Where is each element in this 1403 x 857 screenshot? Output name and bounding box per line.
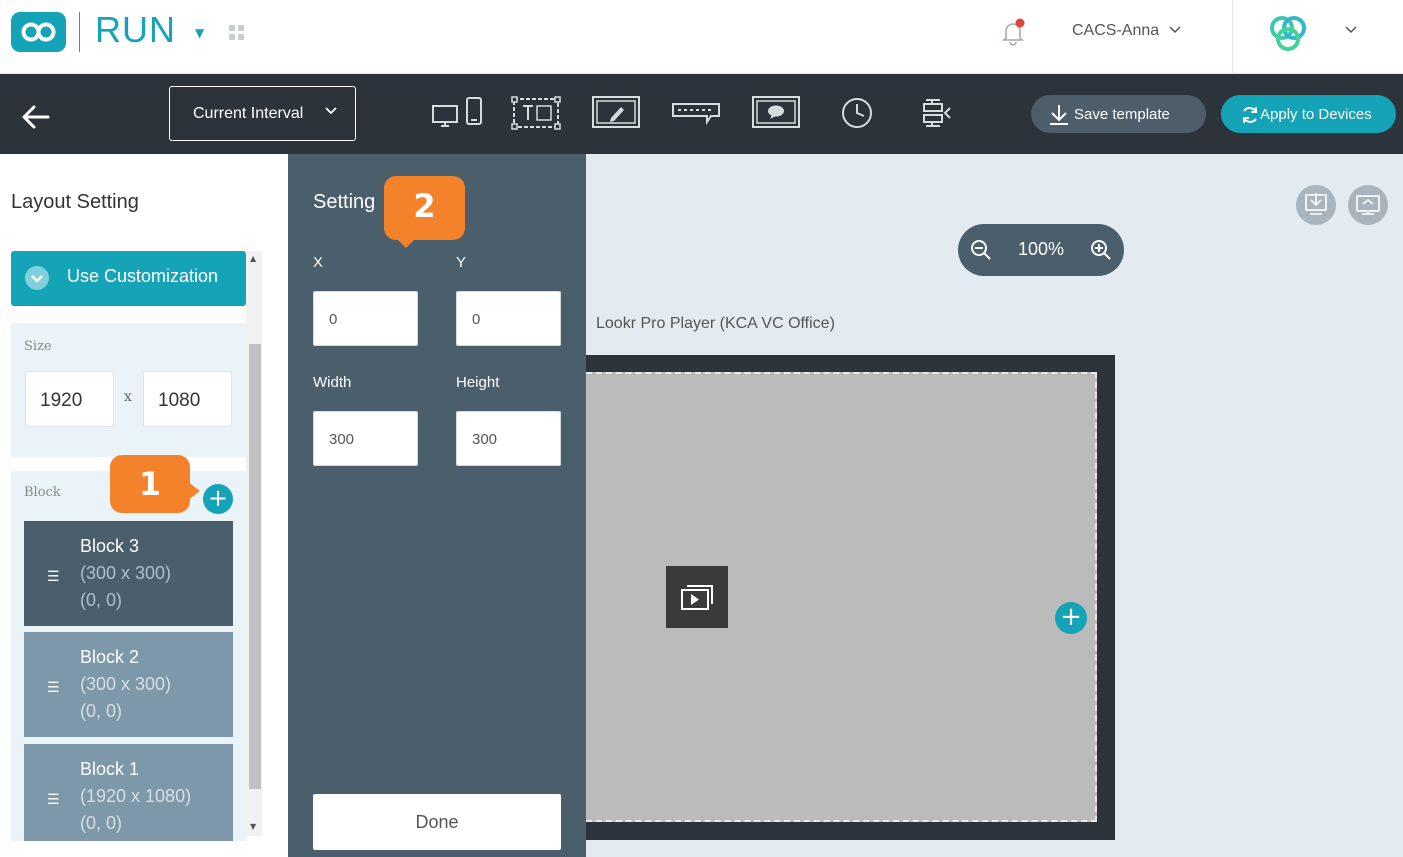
block-position: (0, 0) bbox=[80, 813, 123, 833]
editor-toolbar: Current Interval Save template Apply to … bbox=[0, 74, 1403, 154]
apps-grid-icon[interactable] bbox=[229, 25, 245, 41]
text-block-icon[interactable] bbox=[511, 94, 563, 134]
device-orientation-icon[interactable] bbox=[431, 94, 485, 134]
use-customization-label: Use Customization bbox=[67, 266, 219, 286]
block-stage[interactable]: + bbox=[586, 372, 1097, 822]
step-callout-one: 1 bbox=[110, 455, 190, 513]
back-arrow-icon[interactable] bbox=[20, 102, 52, 132]
block-size: (300 x 300) bbox=[80, 674, 172, 694]
ticker-icon[interactable] bbox=[671, 94, 723, 134]
block-size: (300 x 300) bbox=[80, 563, 172, 583]
save-template-button[interactable]: Save template bbox=[1031, 95, 1206, 133]
header-divider bbox=[1232, 0, 1233, 74]
callout-pointer bbox=[396, 238, 416, 248]
y-label: Y bbox=[456, 254, 467, 271]
height-input[interactable]: 300 bbox=[456, 411, 561, 466]
brand-logo-icon[interactable] bbox=[1264, 12, 1316, 60]
step-callout-two: 2 bbox=[384, 176, 465, 240]
width-label: Width bbox=[313, 374, 352, 391]
top-bar: RUN ▼ CACS-Anna bbox=[0, 0, 1403, 74]
size-section: Size 1920 x 1080 bbox=[11, 323, 246, 457]
y-input[interactable]: 0 bbox=[456, 291, 561, 346]
size-label: Size bbox=[24, 339, 52, 354]
zoom-in-icon[interactable] bbox=[1090, 239, 1112, 261]
drag-handle-icon[interactable]: ☰ bbox=[47, 791, 60, 808]
block-name: Block 3 bbox=[80, 536, 140, 556]
layout-setting-panel: Layout Setting Use Customization Size 19… bbox=[0, 154, 288, 857]
x-label: X bbox=[313, 254, 324, 271]
size-height-input[interactable]: 1080 bbox=[143, 371, 232, 427]
callout-pointer bbox=[188, 482, 200, 500]
zoom-control: 100% bbox=[958, 224, 1124, 276]
apply-to-devices-button[interactable]: Apply to Devices bbox=[1221, 95, 1396, 133]
message-icon[interactable] bbox=[751, 94, 803, 134]
apply-to-devices-label: Apply to Devices bbox=[1260, 106, 1372, 123]
brand-menu-chevron-icon[interactable] bbox=[1344, 22, 1358, 41]
height-label: Height bbox=[456, 374, 500, 391]
preview-screen-icon[interactable] bbox=[1348, 185, 1388, 225]
download-icon bbox=[1050, 105, 1068, 125]
clock-icon[interactable] bbox=[838, 94, 878, 134]
block-name: Block 1 bbox=[80, 759, 140, 779]
block-position: (0, 0) bbox=[80, 701, 123, 721]
user-name[interactable]: CACS-Anna bbox=[1072, 22, 1159, 40]
drag-handle-icon[interactable]: ☰ bbox=[47, 679, 60, 696]
app-name[interactable]: RUN bbox=[95, 9, 176, 51]
interval-chevron-icon bbox=[325, 104, 337, 122]
block-list-item[interactable]: ☰ Block 2 (300 x 300) (0, 0) bbox=[24, 632, 233, 737]
x-input[interactable]: 0 bbox=[313, 291, 418, 346]
scroll-up-arrow-icon[interactable]: ▲ bbox=[250, 254, 256, 263]
logo-separator bbox=[79, 12, 80, 52]
save-template-label: Save template bbox=[1074, 106, 1170, 123]
block-name: Block 2 bbox=[80, 647, 140, 667]
block-position: (0, 0) bbox=[80, 590, 123, 610]
done-button[interactable]: Done bbox=[313, 794, 561, 850]
align-icon[interactable] bbox=[918, 94, 958, 134]
size-width-input[interactable]: 1920 bbox=[25, 371, 114, 427]
zoom-level: 100% bbox=[1018, 239, 1065, 259]
width-input[interactable]: 300 bbox=[313, 411, 418, 466]
layout-canvas: 100% Lookr Pro Player (KCA VC Office) + bbox=[586, 154, 1403, 857]
edit-block-icon[interactable] bbox=[591, 94, 643, 134]
block-list-item[interactable]: ☰ Block 1 (1920 x 1080) (0, 0) bbox=[24, 744, 233, 841]
interval-select-label: Current Interval bbox=[193, 105, 304, 122]
media-playlist-icon[interactable] bbox=[666, 566, 728, 628]
notification-bell-icon[interactable] bbox=[999, 18, 1027, 46]
scroll-down-arrow-icon[interactable]: ▼ bbox=[250, 822, 256, 831]
block-list-item[interactable]: ☰ Block 3 (300 x 300) (0, 0) bbox=[24, 521, 233, 626]
add-block-button[interactable]: + bbox=[203, 484, 233, 514]
zoom-out-icon[interactable] bbox=[970, 239, 992, 261]
checkmark-icon bbox=[25, 266, 49, 290]
app-logo-icon[interactable] bbox=[11, 12, 66, 52]
scrollbar-thumb[interactable] bbox=[249, 344, 261, 789]
block-section: Block + ☰ Block 3 (300 x 300) (0, 0) ☰ B… bbox=[11, 471, 246, 841]
device-name: Lookr Pro Player (KCA VC Office) bbox=[596, 315, 835, 332]
add-content-button[interactable]: + bbox=[1055, 602, 1087, 634]
block-size: (1920 x 1080) bbox=[80, 786, 192, 806]
layout-setting-title: Layout Setting bbox=[11, 191, 139, 213]
setting-title: Setting bbox=[313, 191, 376, 213]
block-label: Block bbox=[24, 485, 61, 500]
size-separator: x bbox=[124, 389, 132, 405]
block-setting-panel: Setting X Y 0 0 Width Height 300 300 Don… bbox=[288, 154, 586, 857]
drag-handle-icon[interactable]: ☰ bbox=[47, 568, 60, 585]
interval-select[interactable]: Current Interval bbox=[169, 86, 356, 141]
sync-icon bbox=[1243, 107, 1257, 123]
download-layout-icon[interactable] bbox=[1296, 185, 1336, 225]
user-menu-chevron-icon[interactable] bbox=[1168, 22, 1182, 41]
use-customization-button[interactable]: Use Customization bbox=[11, 251, 246, 306]
app-switch-caret-icon[interactable]: ▼ bbox=[195, 26, 204, 40]
